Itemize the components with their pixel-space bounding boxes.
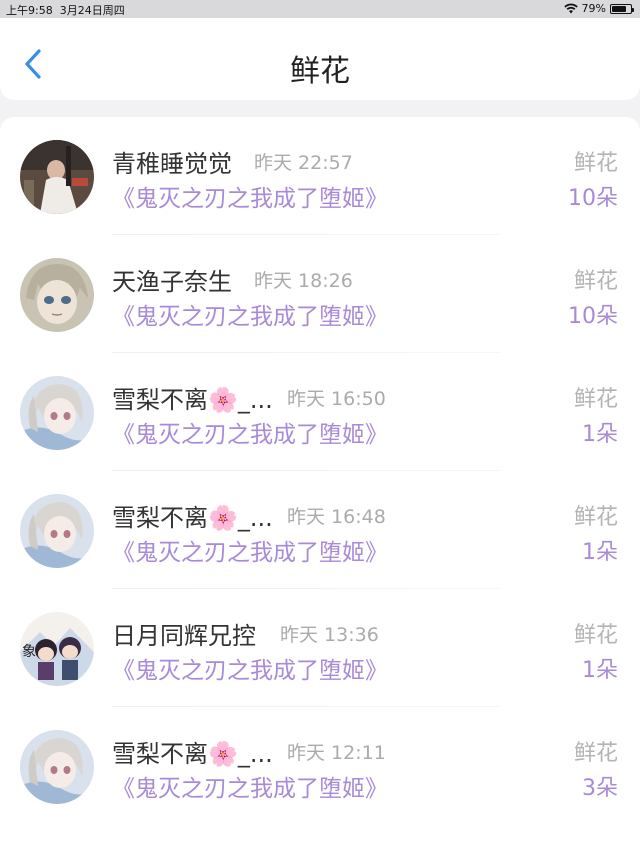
gift-type: 鲜花 — [573, 269, 618, 294]
battery-percent: 79% — [581, 2, 606, 15]
status-time: 上午9:58 — [6, 4, 53, 17]
gift-count: 10朵 — [568, 186, 618, 211]
user-name[interactable]: 雪梨不离🌸_... — [112, 380, 273, 415]
gift-count: 3朵 — [582, 776, 618, 801]
gift-type: 鲜花 — [573, 505, 618, 530]
avatar[interactable]: 象 — [20, 612, 94, 686]
user-name[interactable]: 天渔子奈生 — [112, 262, 232, 297]
book-title-link[interactable]: 《鬼灭之刃之我成了堕姬》 — [112, 297, 388, 331]
page-title: 鲜花 — [290, 54, 350, 89]
avatar[interactable] — [20, 140, 94, 214]
timestamp: 昨天 13:36 — [280, 624, 379, 646]
list-item[interactable]: 象 日月同辉兄控 昨天 13:36 《鬼灭之刃之我成了堕姬》 鲜花 1朵 — [0, 589, 640, 707]
navigation-bar: 鲜花 — [0, 18, 640, 100]
gift-type: 鲜花 — [573, 741, 618, 766]
user-name[interactable]: 青稚睡觉觉 — [112, 144, 232, 179]
gift-type: 鲜花 — [573, 387, 618, 412]
battery-icon — [610, 3, 634, 14]
book-title-link[interactable]: 《鬼灭之刃之我成了堕姬》 — [112, 533, 388, 567]
status-bar: 上午9:58 3月24日周四 79% — [0, 0, 640, 18]
timestamp: 昨天 12:11 — [287, 742, 386, 764]
gift-count: 1朵 — [582, 658, 618, 683]
book-title-link[interactable]: 《鬼灭之刃之我成了堕姬》 — [112, 651, 388, 685]
avatar[interactable] — [20, 376, 94, 450]
book-title-link[interactable]: 《鬼灭之刃之我成了堕姬》 — [112, 415, 388, 449]
avatar[interactable] — [20, 730, 94, 804]
gift-list: 青稚睡觉觉 昨天 22:57 《鬼灭之刃之我成了堕姬》 鲜花 10朵 天渔子奈生 昨天 18… — [0, 117, 640, 853]
status-indicators: 79% — [563, 2, 634, 15]
gift-count: 1朵 — [582, 540, 618, 565]
timestamp: 昨天 16:48 — [287, 506, 386, 528]
list-item[interactable]: 雪梨不离🌸_... 昨天 16:48 《鬼灭之刃之我成了堕姬》 鲜花 1朵 — [0, 471, 640, 589]
list-item[interactable]: 天渔子奈生 昨天 18:26 《鬼灭之刃之我成了堕姬》 鲜花 10朵 — [0, 235, 640, 353]
status-date: 3月24日周四 — [59, 4, 125, 17]
gift-count: 1朵 — [582, 422, 618, 447]
avatar[interactable] — [20, 258, 94, 332]
book-title-link[interactable]: 《鬼灭之刃之我成了堕姬》 — [112, 179, 388, 213]
gift-type: 鲜花 — [573, 623, 618, 648]
list-item[interactable]: 青稚睡觉觉 昨天 22:57 《鬼灭之刃之我成了堕姬》 鲜花 10朵 — [0, 117, 640, 235]
list-item[interactable]: 雪梨不离🌸_... 昨天 12:11 《鬼灭之刃之我成了堕姬》 鲜花 3朵 — [0, 707, 640, 825]
user-name[interactable]: 雪梨不离🌸_... — [112, 734, 273, 769]
timestamp: 昨天 18:26 — [254, 270, 353, 292]
timestamp: 昨天 16:50 — [287, 388, 386, 410]
status-time-date: 上午9:58 3月24日周四 — [6, 2, 125, 18]
gift-count: 10朵 — [568, 304, 618, 329]
gift-type: 鲜花 — [573, 151, 618, 176]
timestamp: 昨天 22:57 — [254, 152, 353, 174]
svg-text:象: 象 — [22, 644, 36, 660]
avatar[interactable] — [20, 494, 94, 568]
user-name[interactable]: 日月同辉兄控 — [112, 616, 256, 651]
book-title-link[interactable]: 《鬼灭之刃之我成了堕姬》 — [112, 769, 388, 803]
wifi-icon — [563, 3, 578, 14]
list-item[interactable]: 雪梨不离🌸_... 昨天 16:50 《鬼灭之刃之我成了堕姬》 鲜花 1朵 — [0, 353, 640, 471]
user-name[interactable]: 雪梨不离🌸_... — [112, 498, 273, 533]
